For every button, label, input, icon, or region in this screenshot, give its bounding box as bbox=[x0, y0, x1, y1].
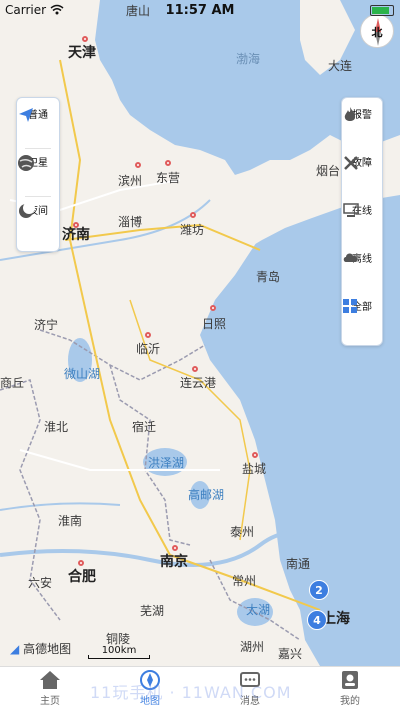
moon-icon bbox=[19, 202, 35, 218]
filter-fault-button[interactable]: 故障 bbox=[342, 154, 382, 170]
battery-level bbox=[372, 7, 389, 14]
city-dot bbox=[135, 162, 141, 168]
scale-bar: 100km bbox=[88, 645, 150, 659]
map-type-panel: 普通 卫星 夜间 bbox=[16, 97, 60, 252]
filter-online-button[interactable]: 在线 bbox=[342, 202, 382, 217]
city-dot bbox=[192, 366, 198, 372]
clock: 11:57 AM bbox=[165, 3, 235, 18]
lake-label: 太湖 bbox=[246, 603, 271, 617]
map-type-satellite-button[interactable]: 卫星 bbox=[17, 154, 59, 171]
map-provider-logo: ◢ 高德地图 bbox=[10, 640, 71, 657]
city-dot bbox=[190, 212, 196, 218]
city-label: 商丘 bbox=[0, 376, 25, 390]
lake-label: 高邮湖 bbox=[188, 488, 225, 502]
lake-label: 微山湖 bbox=[64, 367, 101, 381]
city-label: 常州 bbox=[232, 574, 257, 588]
tab-bar: 主页 地图 消息 我的 11玩手机 · 11WAN.COM bbox=[0, 666, 400, 710]
city-dot bbox=[82, 36, 88, 42]
city-label: 烟台 bbox=[316, 164, 341, 178]
city-label: 临沂 bbox=[136, 342, 161, 356]
filter-offline-button[interactable]: 离线 bbox=[342, 250, 382, 265]
navigation-arrow-icon bbox=[19, 108, 33, 122]
city-label: 南京 bbox=[160, 554, 188, 570]
device-cluster-badge[interactable]: 4 bbox=[307, 610, 327, 630]
city-label: 天津 bbox=[68, 45, 96, 61]
city-label: 泰州 bbox=[230, 525, 255, 539]
device-cluster-badge[interactable]: 2 bbox=[309, 580, 329, 600]
device-filter-panel: 报警 故障 在线 离线 全部 bbox=[341, 97, 383, 346]
city-label: 潍坊 bbox=[180, 223, 205, 237]
city-dot bbox=[73, 222, 79, 228]
city-dot bbox=[210, 305, 216, 311]
city-label: 淄博 bbox=[118, 215, 143, 229]
map-view[interactable]: 天津 唐山 渤海 大连 滨州 东营 烟台 淄博 潍坊 济南 青岛 济宁 日照 临… bbox=[0, 0, 400, 666]
logo-arrow-icon: ◢ bbox=[10, 642, 20, 656]
filter-all-button[interactable]: 全部 bbox=[342, 298, 382, 313]
sea-label: 渤海 bbox=[236, 52, 261, 66]
monitor-icon bbox=[343, 203, 359, 217]
city-dot bbox=[252, 452, 258, 458]
tab-profile[interactable]: 我的 bbox=[300, 670, 400, 707]
city-dot bbox=[165, 160, 171, 166]
home-icon bbox=[40, 671, 60, 689]
city-label: 铜陵 bbox=[106, 632, 131, 646]
city-label: 东营 bbox=[156, 171, 181, 185]
city-label: 六安 bbox=[28, 576, 53, 590]
city-dot bbox=[145, 332, 151, 338]
compass-north-label: 北 bbox=[371, 26, 383, 39]
map-type-night-button[interactable]: 夜间 bbox=[17, 202, 59, 218]
map-type-normal-button[interactable]: 普通 bbox=[17, 106, 59, 122]
city-label: 湖州 bbox=[240, 640, 265, 654]
divider bbox=[25, 196, 51, 197]
city-label: 大连 bbox=[328, 59, 353, 73]
tools-icon bbox=[344, 156, 358, 170]
city-label: 南通 bbox=[286, 557, 311, 571]
tab-home[interactable]: 主页 bbox=[0, 670, 100, 707]
profile-icon bbox=[342, 671, 358, 689]
cloud-icon bbox=[343, 253, 358, 262]
flame-icon bbox=[344, 107, 356, 121]
scale-bar-line bbox=[88, 655, 150, 659]
city-label: 青岛 bbox=[256, 270, 281, 284]
city-label: 盐城 bbox=[242, 462, 267, 476]
tab-profile-label: 我的 bbox=[340, 696, 360, 707]
filter-alarm-button[interactable]: 报警 bbox=[342, 106, 382, 121]
watermark: 11玩手机 · 11WAN.COM bbox=[90, 683, 292, 702]
city-dot bbox=[172, 545, 178, 551]
city-label: 济宁 bbox=[34, 318, 59, 332]
tab-home-label: 主页 bbox=[40, 696, 60, 707]
lake-label: 洪泽湖 bbox=[148, 456, 185, 470]
globe-icon bbox=[18, 155, 34, 171]
divider bbox=[25, 148, 51, 149]
battery-icon bbox=[370, 5, 394, 16]
city-label: 滨州 bbox=[118, 174, 143, 188]
city-label: 嘉兴 bbox=[278, 647, 303, 661]
city-label: 连云港 bbox=[180, 376, 217, 390]
map-background bbox=[0, 0, 400, 666]
logo-text: 高德地图 bbox=[23, 642, 72, 656]
city-label: 合肥 bbox=[68, 569, 96, 585]
city-label: 淮北 bbox=[44, 420, 69, 434]
status-bar: Carrier 11:57 AM bbox=[0, 0, 400, 20]
city-label: 济南 bbox=[62, 227, 90, 243]
city-dot bbox=[78, 560, 84, 566]
grid-icon bbox=[343, 299, 357, 313]
city-label: 淮南 bbox=[58, 514, 83, 528]
city-label: 芜湖 bbox=[140, 604, 165, 618]
city-label: 日照 bbox=[202, 317, 227, 331]
city-label: 宿迁 bbox=[132, 420, 157, 434]
